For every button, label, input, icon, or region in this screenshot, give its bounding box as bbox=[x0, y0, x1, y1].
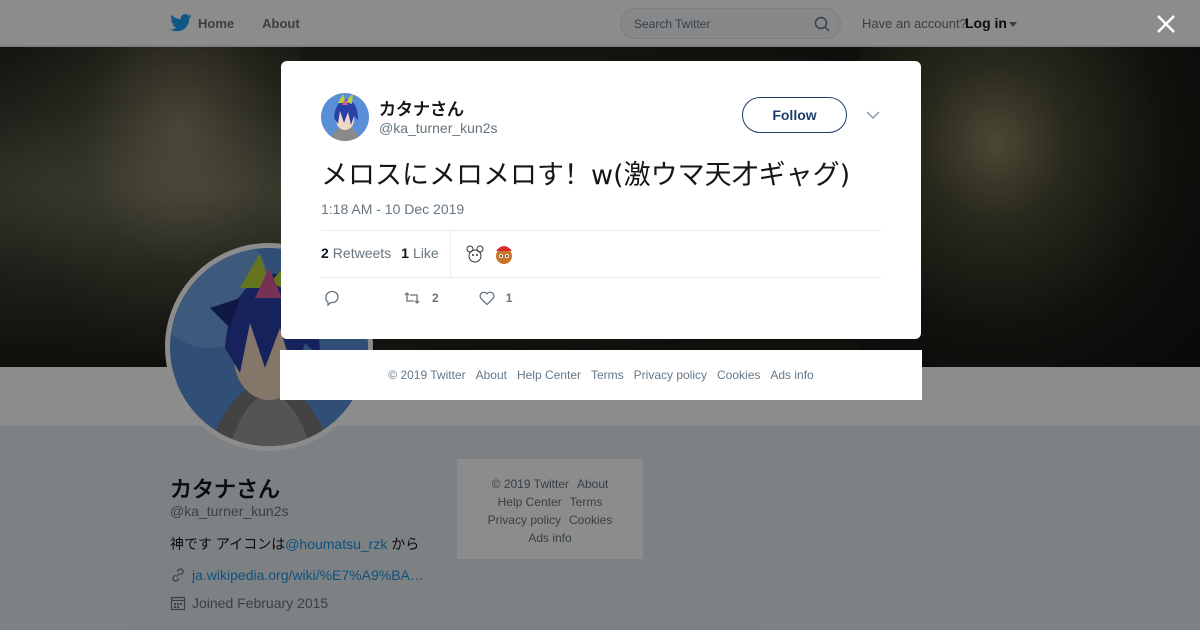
reply-icon bbox=[325, 290, 339, 307]
tweet-author-avatar[interactable] bbox=[321, 93, 369, 141]
reply-action[interactable] bbox=[323, 289, 341, 307]
retweet-count: 2 bbox=[432, 291, 439, 305]
tweet-avatar-art bbox=[321, 93, 369, 141]
retweets-count: 2 bbox=[321, 245, 329, 261]
retweeter-avatar-art bbox=[493, 243, 515, 265]
retweets-label: Retweets bbox=[332, 245, 392, 261]
stats-separator bbox=[450, 231, 451, 277]
heart-icon bbox=[479, 291, 495, 306]
modal-footer: © 2019 Twitter About Help Center Terms P… bbox=[280, 350, 922, 400]
likes-stat[interactable]: 1 Like bbox=[401, 245, 438, 261]
liker-avatar[interactable] bbox=[464, 243, 486, 265]
retweet-icon bbox=[404, 292, 420, 304]
tweet-author-name[interactable]: カタナさん bbox=[379, 95, 464, 120]
tweet-stats: 2 Retweets 1 Like bbox=[321, 245, 449, 261]
likes-count: 1 bbox=[401, 245, 409, 261]
tweet-author-handle[interactable]: @ka_turner_kun2s bbox=[379, 120, 498, 136]
modal-footer-ads[interactable]: Ads info bbox=[770, 368, 813, 382]
likes-label: Like bbox=[412, 245, 439, 261]
like-count: 1 bbox=[505, 291, 513, 305]
modal-footer-terms[interactable]: Terms bbox=[591, 368, 624, 382]
divider-top bbox=[321, 230, 881, 231]
modal-footer-help[interactable]: Help Center bbox=[517, 368, 581, 382]
close-icon[interactable] bbox=[1155, 13, 1177, 35]
chevron-down-icon[interactable] bbox=[865, 109, 881, 121]
tweet-modal: カタナさん @ka_turner_kun2s Follow メロスにメロメロす！… bbox=[281, 61, 921, 339]
like-action[interactable]: 1 bbox=[478, 289, 513, 307]
retweet-action[interactable]: 2 bbox=[403, 289, 439, 307]
tweet-timestamp[interactable]: 1:18 AM - 10 Dec 2019 bbox=[321, 201, 464, 217]
tweet-actions: 2 1 bbox=[321, 289, 512, 307]
modal-footer-privacy[interactable]: Privacy policy bbox=[634, 368, 707, 382]
modal-footer-about[interactable]: About bbox=[476, 368, 507, 382]
modal-footer-copyright: © 2019 Twitter bbox=[388, 368, 466, 382]
tweet-text: メロスにメロメロす！w(激ウマ天才ギャグ) bbox=[321, 160, 851, 191]
follow-button[interactable]: Follow bbox=[742, 97, 847, 133]
retweeter-avatar[interactable] bbox=[493, 243, 515, 265]
liker-avatar-art bbox=[464, 243, 486, 265]
retweets-stat[interactable]: 2 Retweets bbox=[321, 245, 391, 261]
modal-footer-cookies[interactable]: Cookies bbox=[717, 368, 760, 382]
divider-bottom bbox=[321, 277, 881, 278]
